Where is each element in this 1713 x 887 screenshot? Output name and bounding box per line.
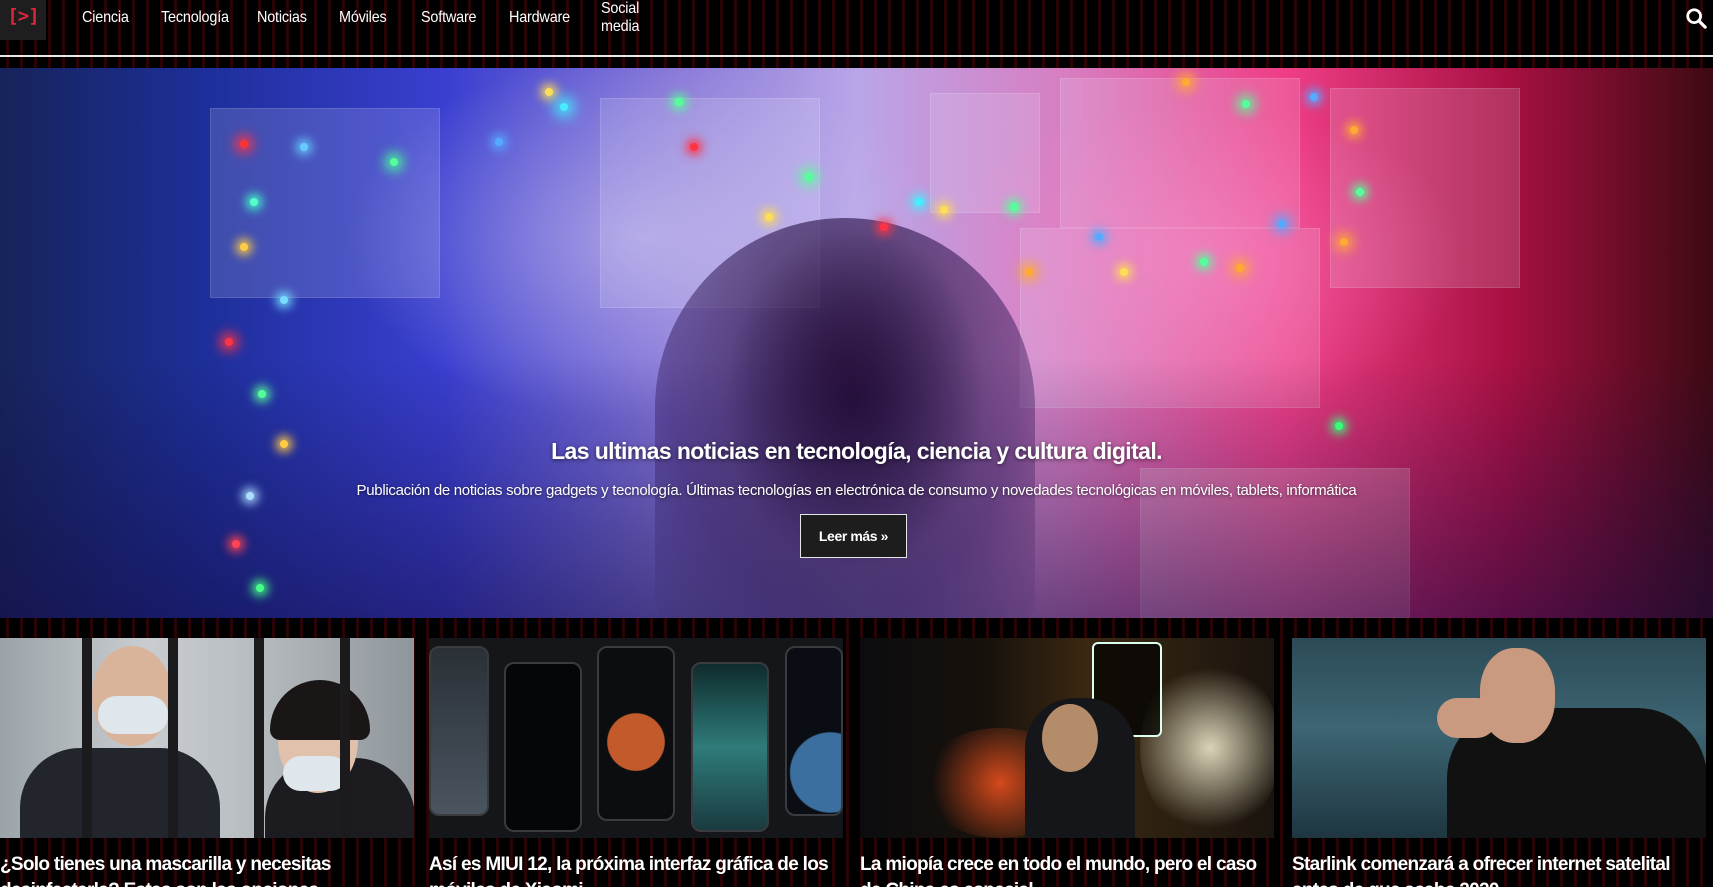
hero-background-paper: [1060, 78, 1300, 228]
string-light: [1182, 78, 1190, 86]
string-light: [545, 88, 553, 96]
string-light: [300, 143, 308, 151]
thumbnail-figure: [504, 662, 582, 832]
main-nav: Ciencia Tecnología Noticias Móviles Soft…: [70, 0, 697, 36]
string-light: [765, 213, 773, 221]
article-title[interactable]: ¿Solo tienes una mascarilla y necesitas …: [0, 852, 414, 887]
string-light: [225, 338, 233, 346]
article-thumbnail[interactable]: [860, 638, 1274, 838]
nav-item-noticias[interactable]: Noticias: [257, 9, 309, 27]
search-icon[interactable]: [1685, 7, 1707, 29]
article-grid: ¿Solo tienes una mascarilla y necesitas …: [0, 638, 1713, 887]
logo-text: [>]: [7, 5, 39, 27]
thumbnail-figure: [1437, 698, 1497, 738]
thumbnail-figure: [785, 646, 843, 816]
string-light: [1310, 93, 1318, 101]
hero-person-silhouette: [655, 218, 1035, 618]
nav-item-software[interactable]: Software: [421, 9, 479, 27]
string-light: [280, 296, 288, 304]
hero-subtitle: Publicación de noticias sobre gadgets y …: [356, 482, 1357, 499]
thumbnail-figure: [597, 646, 675, 821]
string-light: [1356, 188, 1364, 196]
thumbnail-figure: [429, 646, 489, 816]
string-light: [1200, 258, 1208, 266]
thumbnail-figure: [254, 638, 264, 838]
nav-item-ciencia[interactable]: Ciencia: [82, 9, 132, 27]
string-light: [1340, 238, 1348, 246]
string-light: [240, 140, 248, 148]
article-title[interactable]: La miopía crece en todo el mundo, pero e…: [860, 852, 1274, 887]
thumbnail-figure: [340, 638, 350, 838]
thumbnail-figure: [283, 756, 348, 791]
article-card[interactable]: Así es MIUI 12, la próxima interfaz gráf…: [429, 638, 843, 887]
article-thumbnail[interactable]: [429, 638, 843, 838]
article-thumbnail[interactable]: [1292, 638, 1706, 838]
nav-item-tecnologia[interactable]: Tecnología: [161, 9, 229, 27]
nav-item-hardware[interactable]: Hardware: [509, 9, 570, 27]
string-light: [1350, 126, 1358, 134]
hero-title: Las ultimas noticias en tecnología, cien…: [551, 438, 1162, 464]
string-light: [1025, 268, 1033, 276]
string-light: [1010, 203, 1018, 211]
site-logo[interactable]: [>]: [0, 0, 46, 40]
thumbnail-figure: [20, 748, 220, 838]
string-light: [1278, 220, 1286, 228]
thumbnail-figure: [82, 638, 92, 838]
string-light: [258, 390, 266, 398]
string-light: [675, 98, 683, 106]
thumbnail-figure: [270, 680, 370, 740]
thumbnail-figure: [1042, 704, 1098, 772]
string-light: [1242, 100, 1250, 108]
string-light: [240, 243, 248, 251]
article-thumbnail[interactable]: [0, 638, 414, 838]
hero-background-paper: [210, 108, 440, 298]
string-light: [250, 198, 258, 206]
string-light: [880, 223, 888, 231]
string-light: [805, 173, 813, 181]
string-light: [232, 540, 240, 548]
string-light: [495, 138, 503, 146]
thumbnail-figure: [168, 638, 178, 838]
string-light: [915, 198, 923, 206]
string-light: [1120, 268, 1128, 276]
read-more-button[interactable]: Leer más »: [800, 514, 907, 558]
article-title[interactable]: Starlink comenzará a ofrecer internet sa…: [1292, 852, 1706, 887]
thumbnail-figure: [691, 662, 769, 832]
nav-item-social-media[interactable]: Social media: [601, 0, 677, 36]
header-divider: [0, 55, 1713, 57]
article-title[interactable]: Así es MIUI 12, la próxima interfaz gráf…: [429, 852, 843, 887]
article-card[interactable]: ¿Solo tienes una mascarilla y necesitas …: [0, 638, 414, 887]
string-light: [256, 584, 264, 592]
top-navigation-bar: [>] Ciencia Tecnología Noticias Móviles …: [0, 0, 1713, 40]
string-light: [1236, 264, 1244, 272]
hero-background-paper: [930, 93, 1040, 213]
nav-item-moviles[interactable]: Móviles: [339, 9, 391, 27]
string-light: [940, 206, 948, 214]
string-light: [1335, 422, 1343, 430]
thumbnail-figure: [98, 696, 168, 734]
string-light: [1095, 233, 1103, 241]
string-light: [390, 158, 398, 166]
hero-banner: Las ultimas noticias en tecnología, cien…: [0, 68, 1713, 618]
article-card[interactable]: La miopía crece en todo el mundo, pero e…: [860, 638, 1274, 887]
string-light: [560, 103, 568, 111]
string-light: [690, 143, 698, 151]
article-card[interactable]: Starlink comenzará a ofrecer internet sa…: [1292, 638, 1706, 887]
